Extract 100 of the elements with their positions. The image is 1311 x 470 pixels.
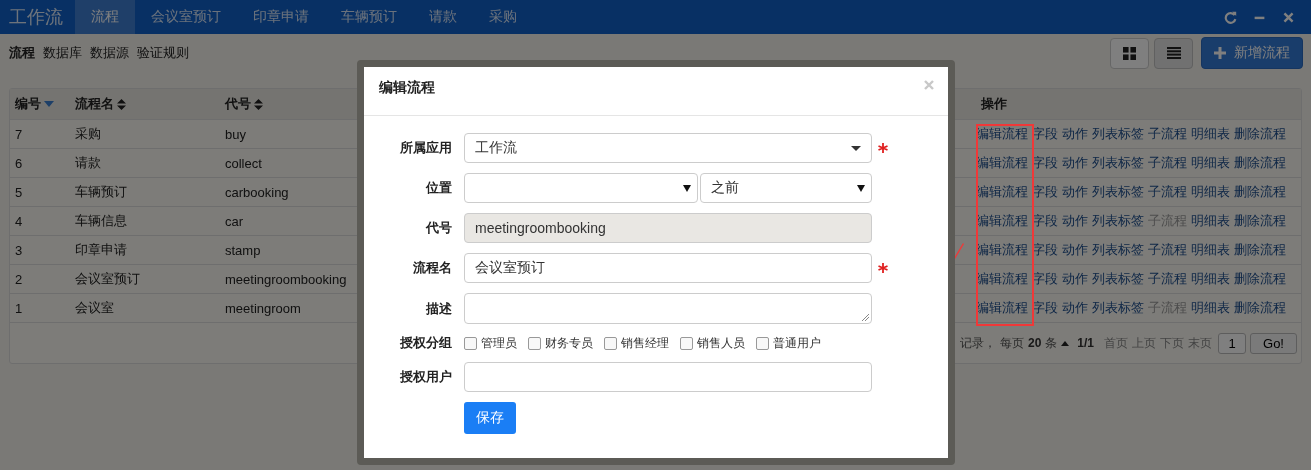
action-link[interactable]: 字段 [1032, 154, 1058, 172]
action-link[interactable]: 列表标签 [1092, 299, 1144, 317]
column-header[interactable]: 操作 [976, 95, 1301, 113]
action-link[interactable]: 子流程 [1148, 241, 1187, 259]
table-cell-text: meetingroombooking [224, 271, 347, 287]
action-link[interactable]: 明细表 [1191, 270, 1230, 288]
action-link[interactable]: 动作 [1062, 270, 1088, 288]
action-link[interactable]: 列表标签 [1092, 183, 1144, 201]
caret-icon [857, 184, 865, 192]
action-link[interactable]: 明细表 [1191, 212, 1230, 230]
nav-tab[interactable]: 采购 [473, 0, 533, 34]
action-link[interactable]: 删除流程 [1234, 241, 1286, 259]
table-cell-text: carbooking [224, 184, 289, 200]
sub-nav-item[interactable]: 数据库 [43, 44, 82, 62]
app-title: 工作流 [8, 6, 64, 29]
field-label: 描述 [425, 299, 452, 318]
table-cell-text: 4 [14, 213, 23, 229]
table-cell-text: 请款 [74, 154, 101, 172]
action-link[interactable]: 明细表 [1191, 154, 1230, 172]
field-label: 位置 [424, 179, 452, 197]
action-link[interactable]: 删除流程 [1234, 212, 1286, 230]
table-cell-text: 3 [14, 242, 23, 258]
action-link[interactable]: 删除流程 [1234, 183, 1286, 201]
action-link[interactable]: 列表标签 [1092, 241, 1144, 259]
input-field[interactable]: 会议室预订 [464, 253, 872, 283]
action-link[interactable]: 字段 [1032, 299, 1058, 317]
table-cell-text: 2 [14, 271, 23, 287]
table-cell-text: 5 [14, 184, 23, 200]
list-view-button[interactable] [1154, 37, 1193, 69]
table-cell-text: buy [224, 126, 246, 142]
action-link[interactable]: 列表标签 [1092, 154, 1144, 172]
column-header[interactable]: 代号 [220, 95, 976, 113]
action-link[interactable]: 字段 [1032, 241, 1058, 259]
resize-grip-icon[interactable] [861, 313, 869, 321]
action-link[interactable]: 删除流程 [1234, 299, 1286, 317]
select-field[interactable]: 之前 [700, 173, 872, 203]
action-link[interactable]: 子流程 [1148, 183, 1187, 201]
go-button[interactable]: Go! [1250, 332, 1297, 354]
action-link[interactable]: 明细表 [1191, 299, 1230, 317]
select-field[interactable] [464, 173, 698, 203]
action-link[interactable]: 删除流程 [1234, 125, 1286, 143]
column-header[interactable]: 流程名 [70, 95, 220, 113]
table-cell-text: 采购 [74, 125, 101, 143]
table-cell-text: collect [224, 155, 262, 171]
group-checkbox[interactable]: 销售经理 [604, 334, 669, 352]
field-label: 授权分组 [399, 334, 452, 352]
input-field[interactable]: meetingroombooking [464, 213, 872, 243]
group-checkbox[interactable]: 财务专员 [528, 334, 593, 352]
record-summary: 记录， [959, 334, 996, 352]
action-link[interactable]: 字段 [1032, 270, 1058, 288]
action-link[interactable]: 动作 [1062, 299, 1088, 317]
group-checkbox[interactable]: 管理员 [464, 334, 517, 352]
caret-icon[interactable] [1061, 340, 1070, 346]
modal-title: 编辑流程 [379, 79, 435, 97]
group-checkbox[interactable]: 普通用户 [756, 334, 821, 352]
action-link[interactable]: 明细表 [1191, 125, 1230, 143]
nav-tab[interactable]: 车辆预订 [325, 0, 413, 34]
action-link[interactable]: 子流程 [1148, 270, 1187, 288]
action-link[interactable]: 删除流程 [1234, 270, 1286, 288]
sub-nav-item[interactable]: 验证规则 [137, 44, 189, 62]
sub-nav-item[interactable]: 流程 [9, 44, 35, 62]
action-link[interactable]: 明细表 [1191, 241, 1230, 259]
action-link[interactable]: 列表标签 [1092, 125, 1144, 143]
action-link[interactable]: 动作 [1062, 212, 1088, 230]
action-link[interactable]: 明细表 [1191, 183, 1230, 201]
nav-tab[interactable]: 会议室预订 [135, 0, 237, 34]
page-input[interactable]: 1 [1218, 332, 1246, 354]
select-field[interactable]: 工作流 [464, 133, 872, 163]
action-link[interactable]: 动作 [1062, 183, 1088, 201]
nav-tab[interactable]: 印章申请 [237, 0, 325, 34]
per-page-select[interactable]: 20 [1027, 336, 1042, 350]
table-cell-text: 印章申请 [74, 241, 127, 259]
table-cell-text: 会议室预订 [74, 270, 140, 288]
column-header[interactable]: 编号 [10, 95, 70, 113]
table-cell-text: 会议室 [74, 299, 114, 317]
action-link[interactable]: 字段 [1032, 183, 1058, 201]
action-link[interactable]: 列表标签 [1092, 212, 1144, 230]
input-field[interactable] [464, 362, 872, 392]
table-cell-text: stamp [224, 242, 261, 258]
sub-nav-item[interactable]: 数据源 [90, 44, 129, 62]
action-link[interactable]: 子流程 [1148, 125, 1187, 143]
action-link[interactable]: 动作 [1062, 125, 1088, 143]
action-link[interactable]: 动作 [1062, 154, 1088, 172]
action-link[interactable]: 字段 [1032, 212, 1058, 230]
refresh-icon[interactable] [1224, 10, 1237, 24]
action-link[interactable]: 动作 [1062, 241, 1088, 259]
action-link[interactable]: 列表标签 [1092, 270, 1144, 288]
nav-tab[interactable]: 请款 [413, 0, 473, 34]
caret-icon [851, 145, 861, 151]
save-button[interactable]: 保存 [464, 402, 516, 434]
table-cell-text: 7 [14, 126, 23, 142]
add-flow-button[interactable]: 新增流程 [1201, 37, 1303, 69]
table-cell-text: 1 [14, 300, 23, 316]
page-count: 1/1 [1077, 336, 1094, 350]
grid-view-button[interactable] [1110, 37, 1149, 69]
group-checkbox[interactable]: 销售人员 [680, 334, 745, 352]
action-link[interactable]: 子流程 [1148, 154, 1187, 172]
plus-icon [1214, 47, 1226, 59]
action-link[interactable]: 删除流程 [1234, 154, 1286, 172]
action-link[interactable]: 字段 [1032, 125, 1058, 143]
